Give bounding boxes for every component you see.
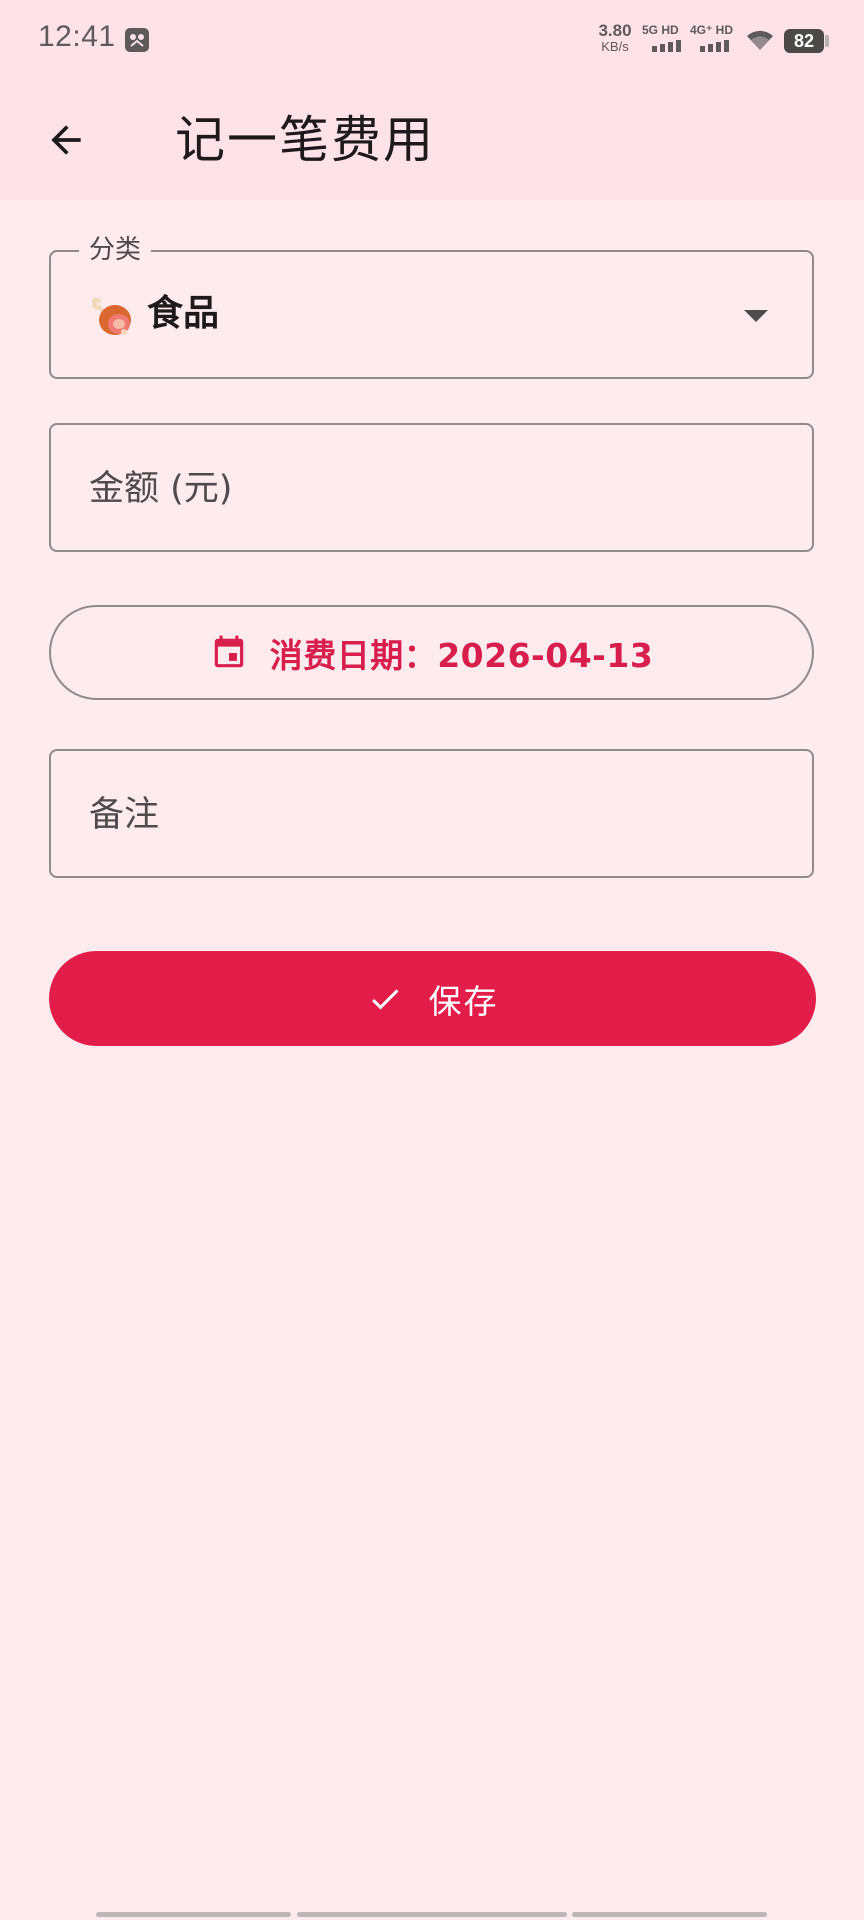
gallery-icon <box>125 28 149 52</box>
sim1-signal: 5G HD <box>642 24 688 52</box>
app-bar: 记一笔费用 <box>0 80 864 200</box>
gesture-indicator <box>96 1912 291 1917</box>
caret-down-icon <box>744 310 768 322</box>
calendar-icon <box>214 635 243 667</box>
note-field[interactable] <box>49 749 814 878</box>
battery-tip <box>825 35 829 47</box>
check-icon <box>371 988 398 1009</box>
wifi-icon <box>747 30 773 50</box>
gesture-indicator <box>297 1912 567 1917</box>
meat-drumstick-icon <box>91 297 131 335</box>
arrow-left-icon <box>51 125 81 155</box>
status-time: 12:41 <box>38 20 116 53</box>
battery-indicator: 82 <box>784 29 824 53</box>
category-label: 分类 <box>79 234 152 266</box>
page-title: 记一笔费用 <box>175 111 435 169</box>
date-picker-button[interactable]: 消费日期：2026-04-13 <box>49 605 814 700</box>
signal-bars-icon <box>652 40 681 52</box>
sim2-signal: 4G⁺ HD <box>690 24 736 52</box>
save-button[interactable]: 保存 <box>49 951 816 1046</box>
gesture-indicator <box>572 1912 767 1917</box>
network-speed: 3.80 KB/s <box>598 21 632 54</box>
amount-field[interactable] <box>49 423 814 552</box>
date-label: 消费日期：2026-04-13 <box>269 635 654 675</box>
note-input[interactable] <box>89 787 782 843</box>
amount-input[interactable] <box>89 461 782 517</box>
back-button[interactable] <box>30 104 102 176</box>
save-label: 保存 <box>428 981 499 1021</box>
category-value: 食品 <box>147 293 220 334</box>
signal-bars-icon <box>700 40 729 52</box>
category-dropdown[interactable]: 分类 食品 <box>49 234 814 379</box>
status-bar: 12:41 3.80 KB/s 5G HD 4G⁺ HD 82 <box>0 0 864 80</box>
